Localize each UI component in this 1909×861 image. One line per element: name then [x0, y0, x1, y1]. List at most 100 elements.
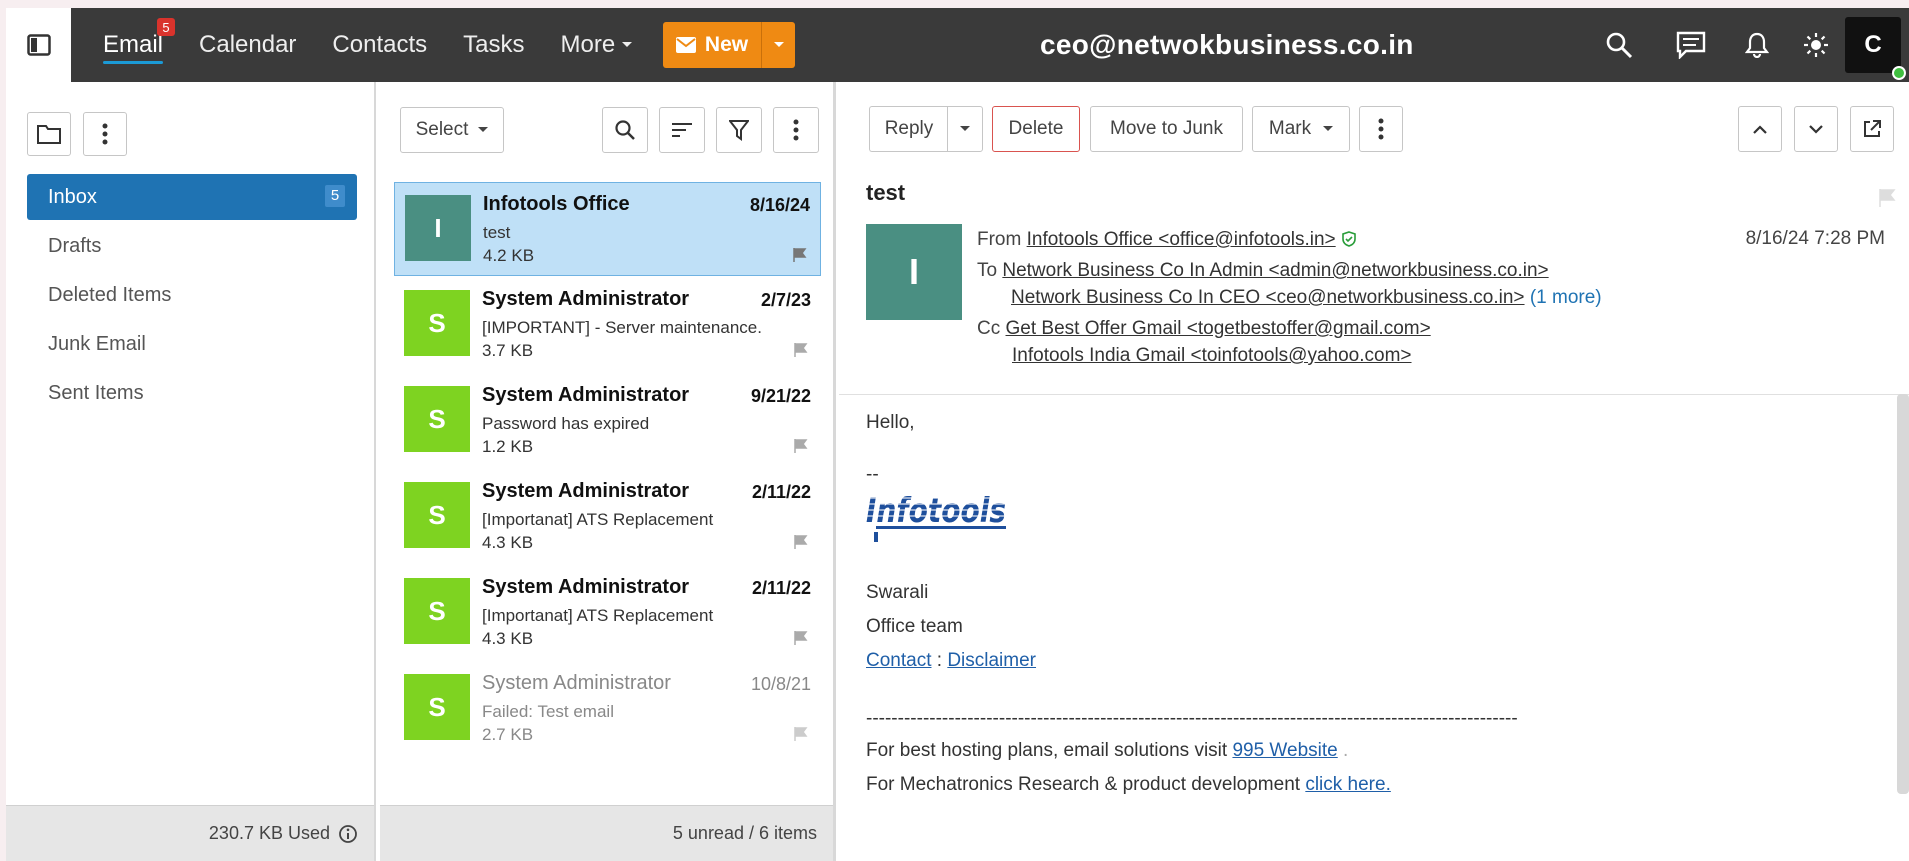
folder-deleted-items[interactable]: Deleted Items — [27, 272, 357, 318]
next-message-button[interactable] — [1794, 106, 1838, 152]
notifications-button[interactable] — [1742, 30, 1772, 60]
folder-label: Junk Email — [48, 333, 146, 355]
folder-more-button[interactable] — [83, 112, 127, 156]
nav-contacts[interactable]: Contacts — [332, 31, 427, 59]
message-item[interactable]: S System Administrator 10/8/21 Failed: T… — [394, 662, 821, 756]
signature-separator: -- — [866, 464, 879, 485]
mechatronics-line: For Mechatronics Research & product deve… — [866, 774, 1391, 796]
nav-more[interactable]: More — [561, 31, 634, 59]
message-list-pane: Select I Infotools Office 8/16/24 test 4… — [380, 82, 836, 861]
sender-avatar: S — [404, 674, 470, 740]
flag-icon[interactable] — [792, 247, 808, 263]
quota-text: 230.7 KB Used — [208, 823, 330, 843]
caret-down-icon — [622, 42, 633, 47]
message-item[interactable]: S System Administrator 2/7/23 [IMPORTANT… — [394, 278, 821, 372]
app-window: Email 5 Calendar Contacts Tasks More New… — [6, 8, 1909, 861]
from-address[interactable]: Infotools Office <office@infotools.in> — [1027, 229, 1336, 250]
message-subject: Password has expired — [482, 414, 650, 433]
message-item[interactable]: S System Administrator 9/21/22 Password … — [394, 374, 821, 468]
flag-icon[interactable] — [793, 726, 809, 742]
new-message-button-group: New — [663, 22, 795, 68]
flag-icon[interactable] — [793, 534, 809, 550]
new-message-button[interactable]: New — [663, 22, 761, 68]
sender-avatar: I — [405, 195, 471, 261]
reading-pane: Reply Delete Move to Junk Mark test I Fr… — [839, 82, 1909, 861]
contact-link[interactable]: Contact — [866, 650, 931, 671]
message-item[interactable]: I Infotools Office 8/16/24 test 4.2 KB — [394, 182, 821, 276]
account-name: ceo@netwokbusiness.co.in — [1040, 29, 1414, 60]
message-item[interactable]: S System Administrator 2/11/22 [Importan… — [394, 566, 821, 660]
delete-label: Delete — [1008, 118, 1064, 139]
to-row: To Network Business Co In Admin <admin@n… — [977, 260, 1549, 282]
filter-button[interactable] — [716, 107, 762, 153]
folder-junk-email[interactable]: Junk Email — [27, 321, 357, 367]
flag-icon[interactable] — [793, 342, 809, 358]
reply-options-button[interactable] — [947, 106, 983, 152]
flag-icon[interactable] — [793, 438, 809, 454]
nav-tasks-label: Tasks — [463, 31, 525, 58]
sidebar-toggle-button[interactable] — [6, 8, 71, 82]
more-vertical-icon — [102, 123, 108, 145]
delete-button[interactable]: Delete — [992, 106, 1080, 152]
info-icon[interactable] — [338, 824, 358, 844]
disclaimer-link[interactable]: Disclaimer — [947, 650, 1036, 671]
reply-button[interactable]: Reply — [869, 106, 948, 152]
cc-label: Cc — [977, 318, 1001, 339]
select-dropdown[interactable]: Select — [400, 107, 504, 153]
folder-pane: Inbox 5 Drafts Deleted Items Junk Email … — [6, 82, 376, 861]
caret-down-icon — [960, 126, 970, 131]
cc-address[interactable]: Infotools India Gmail <toinfotools@yahoo… — [1012, 345, 1412, 366]
envelope-icon — [675, 37, 696, 53]
message-date: 9/21/22 — [750, 386, 811, 406]
quota-footer: 230.7 KB Used — [6, 805, 374, 861]
trailing-dot: . — [1343, 740, 1349, 761]
chat-button[interactable] — [1676, 30, 1706, 60]
message-sender: System Administrator — [482, 288, 690, 310]
signature-team: Office team — [866, 616, 963, 637]
to-address[interactable]: Network Business Co In Admin <admin@netw… — [1002, 260, 1548, 281]
from-row: From Infotools Office <office@infotools.… — [977, 229, 1357, 251]
folder-sent-items[interactable]: Sent Items — [27, 370, 357, 416]
move-to-junk-label: Move to Junk — [1110, 118, 1223, 139]
new-options-button[interactable] — [761, 22, 795, 68]
to-address[interactable]: Network Business Co In CEO <ceo@networkb… — [1011, 287, 1525, 308]
mark-button[interactable]: Mark — [1252, 106, 1350, 152]
click-here-link[interactable]: click here. — [1305, 774, 1391, 795]
sender-avatar: S — [404, 386, 470, 452]
folder-actions-button[interactable] — [27, 112, 71, 156]
caret-down-icon — [478, 127, 489, 132]
reading-pane-scrollbar[interactable] — [1897, 394, 1909, 794]
website-link[interactable]: 995 Website — [1232, 740, 1337, 761]
unread-badge: 5 — [157, 18, 176, 36]
search-icon — [615, 120, 635, 140]
message-item[interactable]: S System Administrator 2/11/22 [Importan… — [394, 470, 821, 564]
flag-icon[interactable] — [1877, 188, 1897, 208]
sort-icon — [672, 123, 692, 137]
move-to-junk-button[interactable]: Move to Junk — [1090, 106, 1243, 152]
search-list-button[interactable] — [602, 107, 648, 153]
user-avatar[interactable]: C — [1845, 17, 1901, 73]
folder-inbox[interactable]: Inbox 5 — [27, 174, 357, 220]
folder-drafts[interactable]: Drafts — [27, 223, 357, 269]
main-nav: Email 5 Calendar Contacts Tasks More — [103, 8, 633, 82]
hosting-text: For best hosting plans, email solutions … — [866, 740, 1228, 761]
to-row-2: Network Business Co In CEO <ceo@networkb… — [1011, 287, 1602, 309]
theme-toggle-button[interactable] — [1801, 30, 1831, 60]
nav-calendar[interactable]: Calendar — [199, 31, 296, 59]
sort-button[interactable] — [659, 107, 705, 153]
open-in-new-window-button[interactable] — [1850, 106, 1894, 152]
message-datetime: 8/16/24 7:28 PM — [1745, 228, 1885, 249]
search-button[interactable] — [1604, 30, 1634, 60]
more-recipients-link[interactable]: (1 more) — [1530, 287, 1602, 308]
flag-icon[interactable] — [793, 630, 809, 646]
message-more-button[interactable] — [1359, 106, 1403, 152]
nav-tasks[interactable]: Tasks — [463, 31, 524, 59]
message-date: 10/8/21 — [750, 674, 811, 694]
cc-address[interactable]: Get Best Offer Gmail <togetbestoffer@gma… — [1006, 318, 1431, 339]
list-more-button[interactable] — [773, 107, 819, 153]
select-label: Select — [415, 119, 469, 140]
previous-message-button[interactable] — [1738, 106, 1782, 152]
message-subject: test — [483, 223, 511, 242]
nav-email[interactable]: Email 5 — [103, 18, 176, 64]
sun-icon — [1804, 33, 1828, 57]
